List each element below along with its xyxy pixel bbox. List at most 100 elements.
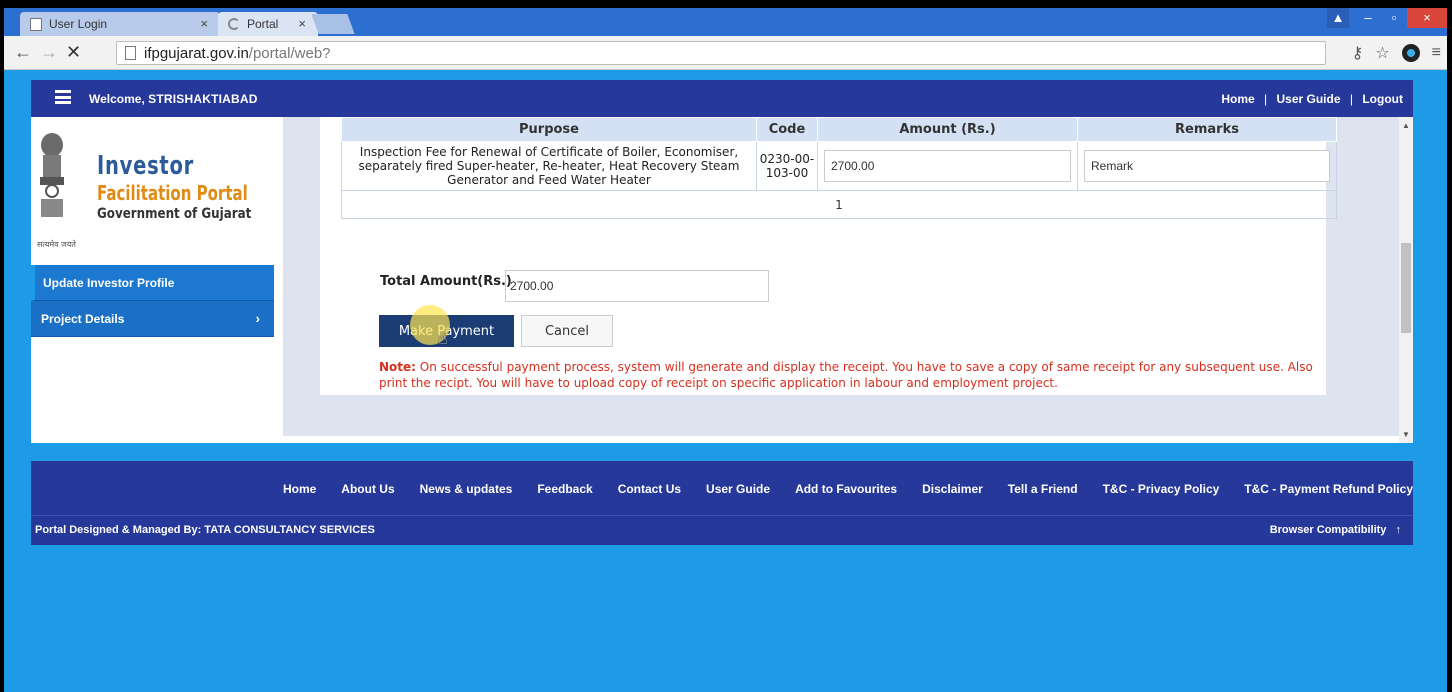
portal-header: Welcome, STRISHAKTIABAD Home | User Guid… bbox=[31, 80, 1413, 117]
extension-icon[interactable] bbox=[1401, 44, 1420, 62]
footer-link-add-to-favourites[interactable]: Add to Favourites bbox=[795, 482, 897, 496]
footer-bottom-bar: Portal Designed & Managed By: TATA CONSU… bbox=[31, 515, 1413, 545]
tab-strip: User Login × Portal × ▲ – ▫ × bbox=[4, 8, 1447, 36]
footer-link-disclaimer[interactable]: Disclaimer bbox=[922, 482, 983, 496]
profile-icon[interactable]: ▲ bbox=[1327, 8, 1349, 28]
toolbar-right-icons: ⚷ ☆ ≡ bbox=[1352, 43, 1441, 63]
footer-link-contact-us[interactable]: Contact Us bbox=[618, 482, 681, 496]
browser-compatibility-label: Browser Compatibility bbox=[1269, 524, 1387, 536]
portal-footer: Home About Us News & updates Feedback Co… bbox=[31, 461, 1413, 545]
browser-compatibility-link[interactable]: Browser Compatibility ↑ bbox=[1270, 524, 1401, 536]
cell-remarks: Remark bbox=[1077, 141, 1337, 191]
web-page: Welcome, STRISHAKTIABAD Home | User Guid… bbox=[4, 70, 1447, 692]
payment-note: Note: On successful payment process, sys… bbox=[379, 359, 1329, 391]
cell-code: 0230-00-103-00 bbox=[756, 141, 818, 191]
welcome-label: Welcome, bbox=[89, 92, 145, 106]
scrollbar-thumb[interactable] bbox=[1401, 243, 1411, 333]
separator: | bbox=[1264, 92, 1268, 106]
hamburger-menu-icon[interactable] bbox=[55, 90, 71, 104]
logo-line-2: Facilitation Portal bbox=[97, 181, 248, 205]
table-row: Inspection Fee for Renewal of Certificat… bbox=[341, 141, 1337, 191]
forward-arrow-icon[interactable]: → bbox=[40, 42, 58, 63]
tab-title: Portal bbox=[247, 17, 279, 31]
page-number[interactable]: 1 bbox=[835, 198, 843, 212]
table-header-row: Purpose Code Amount (Rs.) Remarks bbox=[341, 117, 1337, 142]
page-info-icon[interactable] bbox=[125, 46, 136, 60]
main-area: Investor Facilitation Portal Government … bbox=[31, 117, 1413, 443]
close-window-icon[interactable]: × bbox=[1407, 8, 1447, 28]
total-amount-label: Total Amount(Rs.) bbox=[380, 274, 512, 289]
logo-line-3: Government of Gujarat bbox=[97, 206, 252, 222]
total-amount-field[interactable]: 2700.00 bbox=[505, 270, 769, 302]
sidebar-item-label: Update Investor Profile bbox=[43, 276, 175, 290]
browser-window: User Login × Portal × ▲ – ▫ × ← → ✕ ifpg… bbox=[4, 8, 1447, 692]
scroll-down-icon[interactable]: ▼ bbox=[1402, 430, 1410, 439]
footer-credit: Portal Designed & Managed By: TATA CONSU… bbox=[35, 524, 375, 536]
remarks-input[interactable]: Remark bbox=[1084, 150, 1330, 182]
column-header-remarks: Remarks bbox=[1077, 117, 1337, 142]
frame-top-border bbox=[0, 0, 1452, 8]
pager: 1 bbox=[341, 190, 1337, 219]
chevron-right-icon: › bbox=[255, 311, 260, 326]
page-icon bbox=[30, 17, 42, 31]
column-header-amount: Amount (Rs.) bbox=[817, 117, 1078, 142]
footer-links: Home About Us News & updates Feedback Co… bbox=[283, 482, 1413, 496]
key-icon[interactable]: ⚷ bbox=[1352, 43, 1364, 63]
footer-link-refund-policy[interactable]: T&C - Payment Refund Policy bbox=[1244, 482, 1413, 496]
close-tab-icon[interactable]: × bbox=[200, 16, 208, 31]
tab-user-login[interactable]: User Login × bbox=[20, 12, 220, 36]
logo-line-1: Investor bbox=[97, 151, 195, 181]
scroll-top-arrow-icon[interactable]: ↑ bbox=[1396, 524, 1402, 536]
frame-right-border bbox=[1447, 0, 1452, 692]
cancel-button[interactable]: Cancel bbox=[521, 315, 613, 347]
emblem-motto: सत्यमेव जयते bbox=[37, 240, 76, 249]
fee-table: Purpose Code Amount (Rs.) Remarks Inspec… bbox=[341, 117, 1337, 219]
payment-form: Purpose Code Amount (Rs.) Remarks Inspec… bbox=[320, 117, 1337, 395]
bookmark-star-icon[interactable]: ☆ bbox=[1375, 43, 1389, 63]
loading-spinner-icon bbox=[228, 18, 240, 30]
content-panel: Purpose Code Amount (Rs.) Remarks Inspec… bbox=[283, 117, 1399, 436]
note-text: On successful payment process, system wi… bbox=[379, 360, 1313, 390]
portal-logo: Investor Facilitation Portal Government … bbox=[31, 117, 283, 265]
header-link-home[interactable]: Home bbox=[1221, 92, 1254, 106]
pager-row: 1 bbox=[341, 190, 1337, 219]
cell-amount: 2700.00 bbox=[817, 141, 1078, 191]
close-tab-icon[interactable]: × bbox=[298, 16, 306, 31]
url-host: ifpgujarat.gov.in bbox=[144, 44, 249, 62]
amount-input[interactable]: 2700.00 bbox=[824, 150, 1071, 182]
browser-toolbar: ← → ✕ ifpgujarat.gov.in /portal/web? ⚷ ☆… bbox=[4, 36, 1447, 70]
footer-link-tell-a-friend[interactable]: Tell a Friend bbox=[1008, 482, 1078, 496]
new-tab-button[interactable] bbox=[311, 14, 355, 34]
sidebar: Update Investor Profile Project Details … bbox=[31, 265, 274, 337]
separator: | bbox=[1349, 92, 1353, 106]
stop-loading-icon[interactable]: ✕ bbox=[66, 42, 81, 63]
tab-portal[interactable]: Portal × bbox=[218, 12, 318, 36]
header-link-logout[interactable]: Logout bbox=[1362, 92, 1403, 106]
page-scrollbar[interactable]: ▲ ▼ bbox=[1399, 117, 1413, 443]
url-path: /portal/web? bbox=[248, 44, 331, 62]
header-link-user-guide[interactable]: User Guide bbox=[1277, 92, 1341, 106]
menu-icon[interactable]: ≡ bbox=[1432, 44, 1441, 62]
footer-link-about-us[interactable]: About Us bbox=[341, 482, 394, 496]
footer-link-feedback[interactable]: Feedback bbox=[537, 482, 592, 496]
footer-link-news[interactable]: News & updates bbox=[420, 482, 513, 496]
column-header-purpose: Purpose bbox=[341, 117, 757, 142]
address-bar[interactable]: ifpgujarat.gov.in /portal/web? bbox=[116, 41, 1326, 65]
note-label: Note: bbox=[379, 360, 416, 374]
maximize-icon[interactable]: ▫ bbox=[1381, 8, 1407, 28]
sidebar-item-label: Project Details bbox=[41, 312, 125, 326]
sidebar-item-project-details[interactable]: Project Details › bbox=[31, 301, 274, 337]
scroll-up-icon[interactable]: ▲ bbox=[1402, 121, 1410, 130]
tab-title: User Login bbox=[49, 17, 108, 31]
footer-link-privacy-policy[interactable]: T&C - Privacy Policy bbox=[1103, 482, 1220, 496]
header-links: Home | User Guide | Logout bbox=[1221, 92, 1403, 106]
back-arrow-icon[interactable]: ← bbox=[14, 42, 32, 63]
national-emblem-icon bbox=[40, 133, 64, 217]
footer-link-user-guide[interactable]: User Guide bbox=[706, 482, 770, 496]
hand-cursor-icon: ☝ bbox=[438, 331, 448, 348]
sidebar-item-update-investor-profile[interactable]: Update Investor Profile bbox=[31, 265, 274, 301]
column-header-code: Code bbox=[756, 117, 818, 142]
minimize-icon[interactable]: – bbox=[1355, 8, 1381, 28]
footer-link-home[interactable]: Home bbox=[283, 482, 316, 496]
window-controls: ▲ – ▫ × bbox=[1327, 8, 1447, 30]
